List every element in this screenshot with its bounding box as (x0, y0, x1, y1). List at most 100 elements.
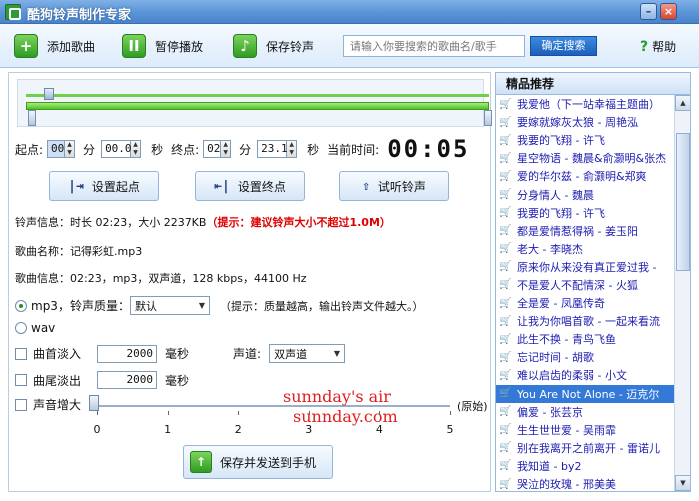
recommend-item-label: You Are Not Alone - 迈克尔 (517, 387, 660, 401)
cart-icon: 🛒 (499, 152, 512, 164)
help-button[interactable]: ? 帮助 (640, 38, 676, 55)
playhead-marker[interactable] (44, 88, 54, 100)
fade-in-row: 曲首淡入 2000 毫秒 声道: 双声道 ▼ (15, 344, 346, 363)
scroll-down-icon[interactable]: ▼ (675, 475, 690, 491)
add-song-button[interactable]: + 添加歌曲 (14, 33, 95, 59)
volume-boost-label: 声音增大 (33, 398, 82, 412)
cart-icon: 🛒 (499, 297, 512, 309)
recommend-item[interactable]: 🛒 难以启齿的柔弱 - 小文 (496, 366, 674, 384)
channel-label: 声道: (233, 347, 262, 361)
recommend-item[interactable]: 🛒 我知道 - by2 (496, 457, 674, 475)
recommend-item-label: 要嫁就嫁灰太狼 - 周艳泓 (517, 116, 638, 130)
recommend-item[interactable]: 🛒 此生不换 - 青鸟飞鱼 (496, 330, 674, 348)
ms-unit: 毫秒 (165, 347, 190, 361)
recommend-item[interactable]: 🛒 忘记时间 - 胡歌 (496, 348, 674, 366)
volume-boost-checkbox[interactable] (15, 398, 27, 411)
save-ringtone-button[interactable]: ♪ 保存铃声 (233, 33, 314, 59)
channel-select[interactable]: 双声道 ▼ (269, 344, 346, 363)
wav-label: wav (31, 321, 56, 335)
start-handle[interactable] (28, 110, 36, 126)
cart-icon: 🛒 (499, 351, 512, 363)
recommend-item[interactable]: 🛒 分身情人 - 魏晨 (496, 185, 674, 203)
recommend-scrollbar[interactable]: ▲ ▼ (674, 95, 690, 491)
start-min-spinner[interactable]: ▲ ▼ (65, 140, 76, 158)
start-min-input[interactable]: 00 (47, 140, 66, 158)
cart-icon: 🛒 (499, 261, 512, 273)
editor-panel: 起点: 00 ▲ ▼ 分 00.0 ▲ ▼ 秒 终点: 02 ▲ ▼ 分 23.1 ▲ ▼ 秒 … (8, 72, 492, 492)
cart-icon: 🛒 (499, 98, 512, 110)
music-note-icon: ♪ (233, 34, 257, 58)
recommend-item[interactable]: 🛒 都是爱情惹得祸 - 姜玉阳 (496, 222, 674, 240)
recommend-item[interactable]: 🛒 哭泣的玫瑰 - 邢美美 (496, 475, 674, 491)
recommend-item[interactable]: 🛒 不是爱人不配情深 - 火狐 (496, 276, 674, 294)
volume-tick-label: 5 (446, 423, 454, 436)
end-sec-input[interactable]: 23.1 (257, 140, 288, 158)
recommend-item[interactable]: 🛒 爱的华尔兹 - 俞灏明&郑爽 (496, 167, 674, 185)
recommend-item[interactable]: 🛒 星空物语 - 魏晨&俞灏明&张杰 (496, 149, 674, 167)
position-line (26, 94, 489, 97)
toolbar: + 添加歌曲 II 暂停播放 ♪ 保存铃声 确定搜索 ? 帮助 (0, 24, 699, 68)
ms-unit-2: 毫秒 (165, 373, 190, 388)
end-handle[interactable] (484, 110, 492, 126)
scroll-thumb[interactable] (676, 133, 690, 271)
set-start-button[interactable]: |⇥ 设置起点 (49, 171, 159, 201)
ringtone-info: 铃声信息：时长 02:23，大小 2237KB (15, 216, 207, 229)
start-sec-spinner[interactable]: ▲ ▼ (131, 140, 142, 158)
mp3-radio[interactable] (15, 299, 27, 312)
fade-out-checkbox[interactable] (15, 374, 27, 386)
recommend-item[interactable]: 🛒 我要的飞翔 - 许飞 (496, 204, 674, 222)
pause-label: 暂停播放 (155, 39, 204, 54)
quality-select[interactable]: 默认 ▼ (129, 296, 210, 315)
selection-bar[interactable] (26, 102, 489, 110)
search-button[interactable]: 确定搜索 (530, 36, 597, 56)
recommend-item[interactable]: 🛒 别在我离开之前离开 - 雷诺儿 (496, 439, 674, 457)
preview-button[interactable]: ⇧ 试听铃声 (339, 171, 449, 201)
recommend-item-label: 我要的飞翔 - 许飞 (517, 134, 605, 148)
recommend-item[interactable]: 🛒 原来你从来没有真正爱过我 - (496, 258, 674, 276)
recommend-item[interactable]: 🛒 要嫁就嫁灰太狼 - 周艳泓 (496, 113, 674, 131)
end-min-input[interactable]: 02 (203, 140, 222, 158)
fade-out-input[interactable]: 2000 (97, 371, 158, 389)
end-sec-spinner[interactable]: ▲ ▼ (287, 140, 298, 158)
recommend-item[interactable]: 🛒 全是爱 - 凤凰传奇 (496, 294, 674, 312)
recommend-item[interactable]: 🛒 You Are Not Alone - 迈克尔 (496, 384, 674, 403)
upload-icon: ⇧ (362, 178, 370, 194)
recommend-item[interactable]: 🛒 让我为你唱首歌 - 一起来看流 (496, 312, 674, 330)
recommend-item-label: 星空物语 - 魏晨&俞灏明&张杰 (517, 152, 667, 166)
volume-tick (167, 411, 169, 415)
volume-tick (450, 411, 451, 415)
cart-icon: 🛒 (499, 333, 512, 345)
quality-hint: （提示：质量越高，输出铃声文件越大。） (219, 299, 424, 313)
cart-icon: 🛒 (499, 406, 512, 418)
recommend-item-label: 忘记时间 - 胡歌 (517, 351, 594, 365)
set-end-label: 设置终点 (237, 179, 286, 194)
volume-slider-thumb[interactable] (89, 395, 99, 411)
recommend-item-label: 我爱他（下一站幸福主题曲） (517, 98, 660, 112)
minimize-button[interactable]: – (640, 3, 657, 20)
recommend-item-label: 难以启齿的柔弱 - 小文 (517, 369, 627, 383)
scroll-up-icon[interactable]: ▲ (675, 95, 690, 111)
recommend-item[interactable]: 🛒 我要的飞翔 - 许飞 (496, 131, 674, 149)
recommend-item[interactable]: 🛒 老大 - 李晓杰 (496, 240, 674, 258)
search-input[interactable] (343, 35, 525, 57)
ringtone-warning: （提示：建议铃声大小不超过1.0M） (206, 216, 391, 229)
pause-button[interactable]: II 暂停播放 (122, 33, 203, 59)
start-sec-input[interactable]: 00.0 (101, 140, 132, 158)
cart-icon: 🛒 (499, 315, 512, 327)
wav-radio[interactable] (15, 322, 27, 334)
fade-in-input[interactable]: 2000 (97, 344, 158, 363)
recommend-item[interactable]: 🛒 生生世世爱 - 吴雨霏 (496, 421, 674, 439)
close-button[interactable]: × (660, 3, 677, 20)
recommend-item[interactable]: 🛒 我爱他（下一站幸福主题曲） (496, 95, 674, 113)
recommend-title: 精品推荐 (496, 73, 690, 95)
recommend-item-label: 我要的飞翔 - 许飞 (517, 206, 605, 220)
fade-in-checkbox[interactable] (15, 347, 27, 360)
recommend-item-label: 生生世世爱 - 吴雨霏 (517, 423, 616, 437)
save-send-button[interactable]: ↑ 保存并发送到手机 (183, 445, 333, 479)
mp3-label: mp3 (31, 298, 58, 313)
end-min-spinner[interactable]: ▲ ▼ (221, 140, 232, 158)
time-row: 起点: 00 ▲ ▼ 分 00.0 ▲ ▼ 秒 终点: 02 ▲ ▼ 分 23.1 ▲ ▼ 秒 … (15, 135, 469, 163)
recommend-item[interactable]: 🛒 偏爱 - 张芸京 (496, 403, 674, 421)
waveform-range[interactable] (17, 79, 492, 127)
set-end-button[interactable]: ⇤| 设置终点 (195, 171, 305, 201)
